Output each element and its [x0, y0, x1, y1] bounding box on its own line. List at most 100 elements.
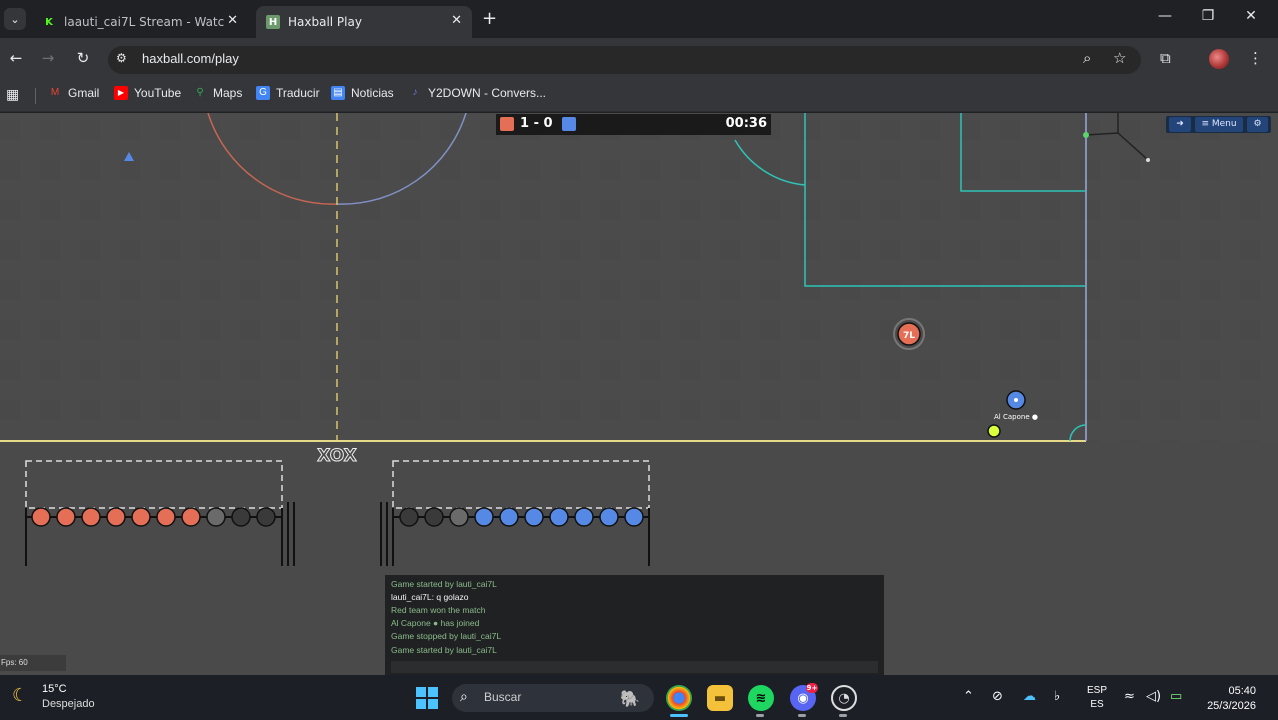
search-highlight-icon: 🐘: [620, 688, 640, 708]
reload-icon[interactable]: ↻: [73, 49, 93, 67]
taskbar-clock[interactable]: 05:40 25/3/2026: [1198, 684, 1256, 714]
new-tab-icon[interactable]: +: [482, 8, 497, 29]
blue-player-name: Al Capone ●: [994, 413, 1038, 421]
language-indicator[interactable]: ESP ES: [1087, 684, 1107, 712]
tab-kick-stream[interactable]: K laauti_cai7L Stream - Watch Live ✕: [32, 6, 248, 38]
extensions-icon[interactable]: ⧉: [1160, 49, 1171, 67]
address-bar[interactable]: [108, 46, 1141, 74]
y2down-icon: ♪: [412, 87, 418, 98]
obs-icon[interactable]: ◔: [831, 685, 857, 711]
chrome-running-indicator: [670, 714, 688, 717]
tab-search-button[interactable]: ⌄: [4, 8, 26, 30]
forward-icon[interactable]: →: [38, 49, 58, 67]
team-slot: [206, 507, 226, 527]
close-icon[interactable]: ✕: [227, 13, 238, 28]
close-icon[interactable]: ✕: [451, 13, 462, 28]
bookmark-y2down[interactable]: ♪ Y2DOWN - Convers...: [408, 86, 547, 100]
more-menu-icon[interactable]: ⋮: [1248, 49, 1263, 67]
tab-title: Haxball Play: [288, 15, 362, 29]
team-slot: [424, 507, 444, 527]
minimize-icon[interactable]: —: [1155, 8, 1175, 24]
window-close-icon[interactable]: ✕: [1241, 8, 1261, 24]
score-bar: 1 - 0 00:36: [496, 114, 771, 135]
youtube-icon: ▶: [114, 86, 128, 100]
weather-temperature[interactable]: 15°C: [42, 683, 67, 695]
team-slot: [106, 507, 126, 527]
tab-haxball[interactable]: H Haxball Play ✕: [256, 6, 472, 38]
discord-badge: 9+: [806, 683, 818, 693]
obs-running-indicator: [839, 714, 847, 717]
taskbar-search-placeholder[interactable]: Buscar: [484, 690, 521, 704]
site-info-icon[interactable]: ⚙: [116, 51, 127, 65]
apps-grid-icon[interactable]: ▦: [6, 86, 19, 103]
chat-message: Game stopped by lauti_cai7L: [391, 631, 502, 641]
moon-weather-icon[interactable]: ☾: [12, 685, 28, 706]
weather-condition[interactable]: Despejado: [42, 698, 95, 710]
microphone-icon[interactable]: ♭: [1054, 689, 1060, 704]
team-slot: [231, 507, 251, 527]
bookmark-label: YouTube: [134, 86, 182, 100]
bookmark-traducir[interactable]: G Traducir: [256, 86, 320, 100]
team-slot: [256, 507, 276, 527]
chrome-icon[interactable]: [666, 685, 692, 711]
team-slot: [624, 507, 644, 527]
chat-message: Red team won the match: [391, 605, 486, 615]
battery-icon[interactable]: ▭: [1170, 689, 1182, 704]
restore-icon[interactable]: ❐: [1198, 8, 1218, 24]
kick-favicon-icon: K: [45, 16, 53, 28]
bookmark-divider: [35, 88, 36, 104]
keyboard-layout: ES: [1090, 699, 1104, 710]
clock-date: 25/3/2026: [1207, 700, 1256, 712]
team-slot: [449, 507, 469, 527]
menu-button[interactable]: ≡ Menu: [1195, 117, 1243, 132]
bookmarks-bar: [0, 80, 1278, 112]
wifi-icon[interactable]: ≈: [1124, 689, 1135, 704]
haxball-favicon-icon: H: [266, 15, 280, 29]
volume-icon[interactable]: ◁): [1146, 689, 1161, 704]
mic-off-icon[interactable]: ⊘: [992, 689, 1003, 704]
bookmark-label: Gmail: [68, 86, 100, 100]
bookmark-star-icon[interactable]: ☆: [1113, 49, 1126, 67]
team-slot: [31, 507, 51, 527]
back-icon[interactable]: ←: [6, 49, 26, 67]
news-icon: ▤: [331, 86, 345, 100]
bookmark-maps[interactable]: ⚲ Maps: [193, 86, 242, 100]
team-slot: [156, 507, 176, 527]
bookmark-youtube[interactable]: ▶ YouTube: [114, 86, 181, 100]
chat-input[interactable]: [391, 661, 878, 673]
bookmark-label: Noticias: [351, 86, 394, 100]
chat-panel: Game started by lauti_cai7L lauti_cai7L:…: [385, 575, 884, 675]
profile-avatar[interactable]: [1209, 49, 1229, 69]
chat-message: Game started by lauti_cai7L: [391, 645, 497, 655]
bookmark-label: Y2DOWN - Convers...: [428, 86, 547, 100]
tab-title: laauti_cai7L Stream - Watch Live: [64, 15, 224, 29]
spotify-icon[interactable]: ≋: [748, 685, 774, 711]
team-slot: [131, 507, 151, 527]
windows-start-icon[interactable]: [416, 687, 438, 709]
discord-running-indicator: [798, 714, 806, 717]
chat-message: Al Capone ● has joined: [391, 618, 480, 628]
language-code: ESP: [1087, 685, 1108, 696]
team-slot: [524, 507, 544, 527]
team-slot: [56, 507, 76, 527]
file-explorer-icon[interactable]: ▬: [707, 685, 733, 711]
zoom-search-icon[interactable]: ⌕: [1083, 49, 1091, 67]
chevron-up-icon[interactable]: ⌃: [963, 689, 974, 704]
settings-gear-icon[interactable]: ⚙: [1247, 117, 1268, 132]
red-player-label: 7L: [903, 331, 915, 341]
clock-time: 05:40: [1228, 685, 1256, 697]
search-icon: ⌕: [460, 689, 468, 705]
logo-icon: XOX: [317, 446, 356, 466]
team-slot: [599, 507, 619, 527]
bookmark-noticias[interactable]: ▤ Noticias: [331, 86, 394, 100]
bookmark-gmail[interactable]: M Gmail: [48, 86, 100, 100]
url-text[interactable]: haxball.com/play: [142, 51, 239, 66]
onedrive-icon[interactable]: ☁: [1023, 689, 1036, 704]
spotify-running-indicator: [756, 714, 764, 717]
fps-counter: Fps: 60: [0, 655, 66, 671]
back-arrow-icon[interactable]: ➜: [1169, 117, 1191, 132]
game-menu-bar: ➜ ≡ Menu ⚙: [1166, 116, 1271, 133]
chat-message: lauti_cai7L: q golazo: [391, 592, 469, 602]
team-slot: [81, 507, 101, 527]
team-slot: [474, 507, 494, 527]
